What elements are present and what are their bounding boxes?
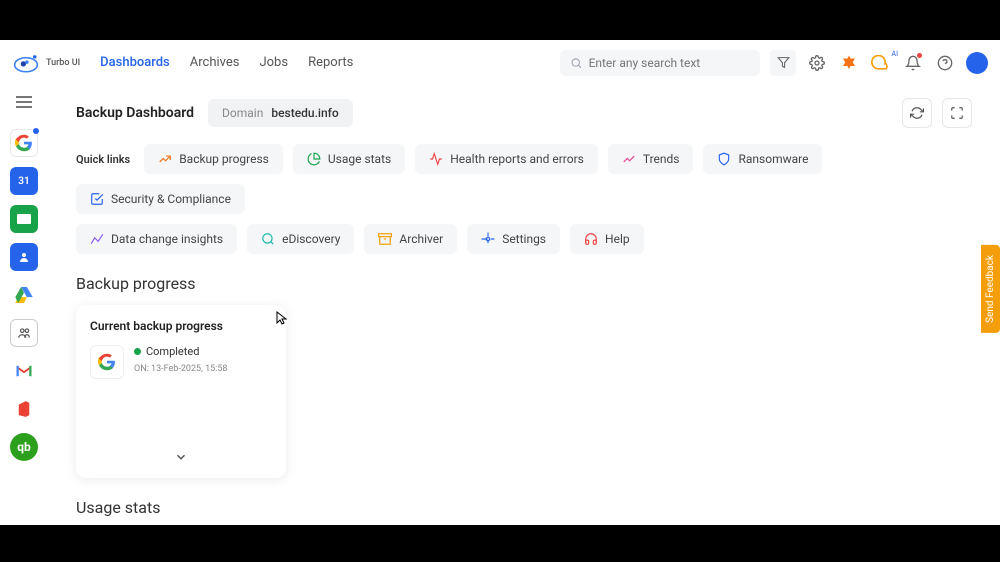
card-title: Current backup progress xyxy=(90,319,272,333)
search-field[interactable] xyxy=(560,50,760,76)
quick-links-label: Quick links xyxy=(76,153,130,166)
gmail-icon xyxy=(15,364,33,378)
ql-health[interactable]: Health reports and errors xyxy=(415,144,598,174)
classroom-icon xyxy=(17,214,31,224)
nav-reports[interactable]: Reports xyxy=(308,51,353,74)
rail-drive[interactable] xyxy=(10,281,38,309)
archive-icon xyxy=(378,232,392,246)
status-text: Completed xyxy=(146,345,199,358)
ql-settings[interactable]: Settings xyxy=(467,224,560,254)
nav-tabs: Dashboards Archives Jobs Reports xyxy=(100,51,353,74)
office-icon xyxy=(17,401,31,417)
filter-icon xyxy=(777,56,790,69)
on-value: 13-Feb-2025, 15:58 xyxy=(151,364,227,374)
quick-links-row1: Quick links Backup progress Usage stats … xyxy=(76,144,972,214)
domain-value: bestedu.info xyxy=(271,106,338,120)
help-button[interactable] xyxy=(934,52,956,74)
help-icon xyxy=(937,55,953,71)
headset-icon xyxy=(584,232,598,246)
rail-google[interactable] xyxy=(10,129,38,157)
fullscreen-button[interactable] xyxy=(942,98,972,128)
domain-selector[interactable]: Domain bestedu.info xyxy=(208,99,353,127)
ql-ransomware[interactable]: Ransomware xyxy=(703,144,822,174)
domain-label: Domain xyxy=(222,106,263,120)
activity-icon xyxy=(429,152,443,166)
on-label: ON: xyxy=(134,364,149,374)
left-rail: 31 qb xyxy=(0,86,48,525)
person-icon xyxy=(18,251,30,263)
gift-icon xyxy=(840,54,858,72)
rail-gmail[interactable] xyxy=(10,357,38,385)
compliance-icon xyxy=(90,192,104,206)
hamburger-button[interactable] xyxy=(15,94,33,113)
notification-dot xyxy=(917,53,922,58)
ql-backup-progress[interactable]: Backup progress xyxy=(144,144,283,174)
trend-up-icon xyxy=(158,152,172,166)
gift-button[interactable] xyxy=(838,52,860,74)
rail-groups[interactable] xyxy=(10,319,38,347)
ql-trends[interactable]: Trends xyxy=(608,144,694,174)
current-backup-card: Current backup progress Completed ON: 13… xyxy=(76,305,286,478)
status-dot xyxy=(134,348,141,355)
rail-office[interactable] xyxy=(10,395,38,423)
topbar: Turbo UI Dashboards Archives Jobs Report… xyxy=(0,40,1000,86)
filter-button[interactable] xyxy=(770,50,796,76)
cloud-icon xyxy=(871,55,891,71)
quick-links-row2: Data change insights eDiscovery Archiver… xyxy=(76,224,972,254)
rail-classroom[interactable] xyxy=(10,205,38,233)
ql-ediscovery[interactable]: eDiscovery xyxy=(247,224,354,254)
brand-logo[interactable]: Turbo UI xyxy=(12,52,80,74)
card-service-logo xyxy=(90,345,124,379)
nav-jobs[interactable]: Jobs xyxy=(259,51,288,74)
hamburger-icon xyxy=(15,95,33,109)
cloud-logo-icon xyxy=(12,52,40,74)
notifications-button[interactable] xyxy=(902,52,924,74)
search-input[interactable] xyxy=(589,56,750,70)
ql-data-change[interactable]: Data change insights xyxy=(76,224,237,254)
google-icon xyxy=(98,353,116,371)
ql-security[interactable]: Security & Compliance xyxy=(76,184,245,214)
user-avatar[interactable] xyxy=(966,52,988,74)
quickbooks-icon: qb xyxy=(17,440,31,454)
chart-icon xyxy=(622,152,636,166)
nav-dashboards[interactable]: Dashboards xyxy=(100,51,170,74)
groups-icon xyxy=(17,327,31,339)
insights-icon xyxy=(90,232,104,246)
refresh-icon xyxy=(910,106,924,120)
section-usage-stats: Usage stats xyxy=(76,498,972,517)
settings-gear-button[interactable] xyxy=(806,52,828,74)
rail-contacts[interactable] xyxy=(10,243,38,271)
shield-icon xyxy=(717,152,731,166)
ql-usage-stats[interactable]: Usage stats xyxy=(293,144,405,174)
expand-icon xyxy=(950,106,964,120)
search-icon xyxy=(570,56,583,70)
search-doc-icon xyxy=(261,232,275,246)
pie-icon xyxy=(307,152,321,166)
rail-quickbooks[interactable]: qb xyxy=(10,433,38,461)
chevron-down-icon xyxy=(174,450,188,464)
cloud-ai-button[interactable]: AI xyxy=(870,52,892,74)
google-icon xyxy=(15,134,33,152)
section-backup-progress: Backup progress xyxy=(76,274,972,293)
brand-text: Turbo UI xyxy=(46,58,80,68)
settings-icon xyxy=(481,232,495,246)
main-content: Backup Dashboard Domain bestedu.info Qui… xyxy=(48,86,1000,525)
ql-help[interactable]: Help xyxy=(570,224,644,254)
ql-archiver[interactable]: Archiver xyxy=(364,224,457,254)
page-title: Backup Dashboard xyxy=(76,105,194,121)
refresh-button[interactable] xyxy=(902,98,932,128)
send-feedback-button[interactable]: Send Feedback xyxy=(981,245,1000,333)
nav-archives[interactable]: Archives xyxy=(190,51,240,74)
rail-calendar[interactable]: 31 xyxy=(10,167,38,195)
drive-icon xyxy=(15,287,33,303)
expand-card-button[interactable] xyxy=(90,449,272,468)
gear-icon xyxy=(809,55,825,71)
ai-badge: AI xyxy=(892,50,898,58)
